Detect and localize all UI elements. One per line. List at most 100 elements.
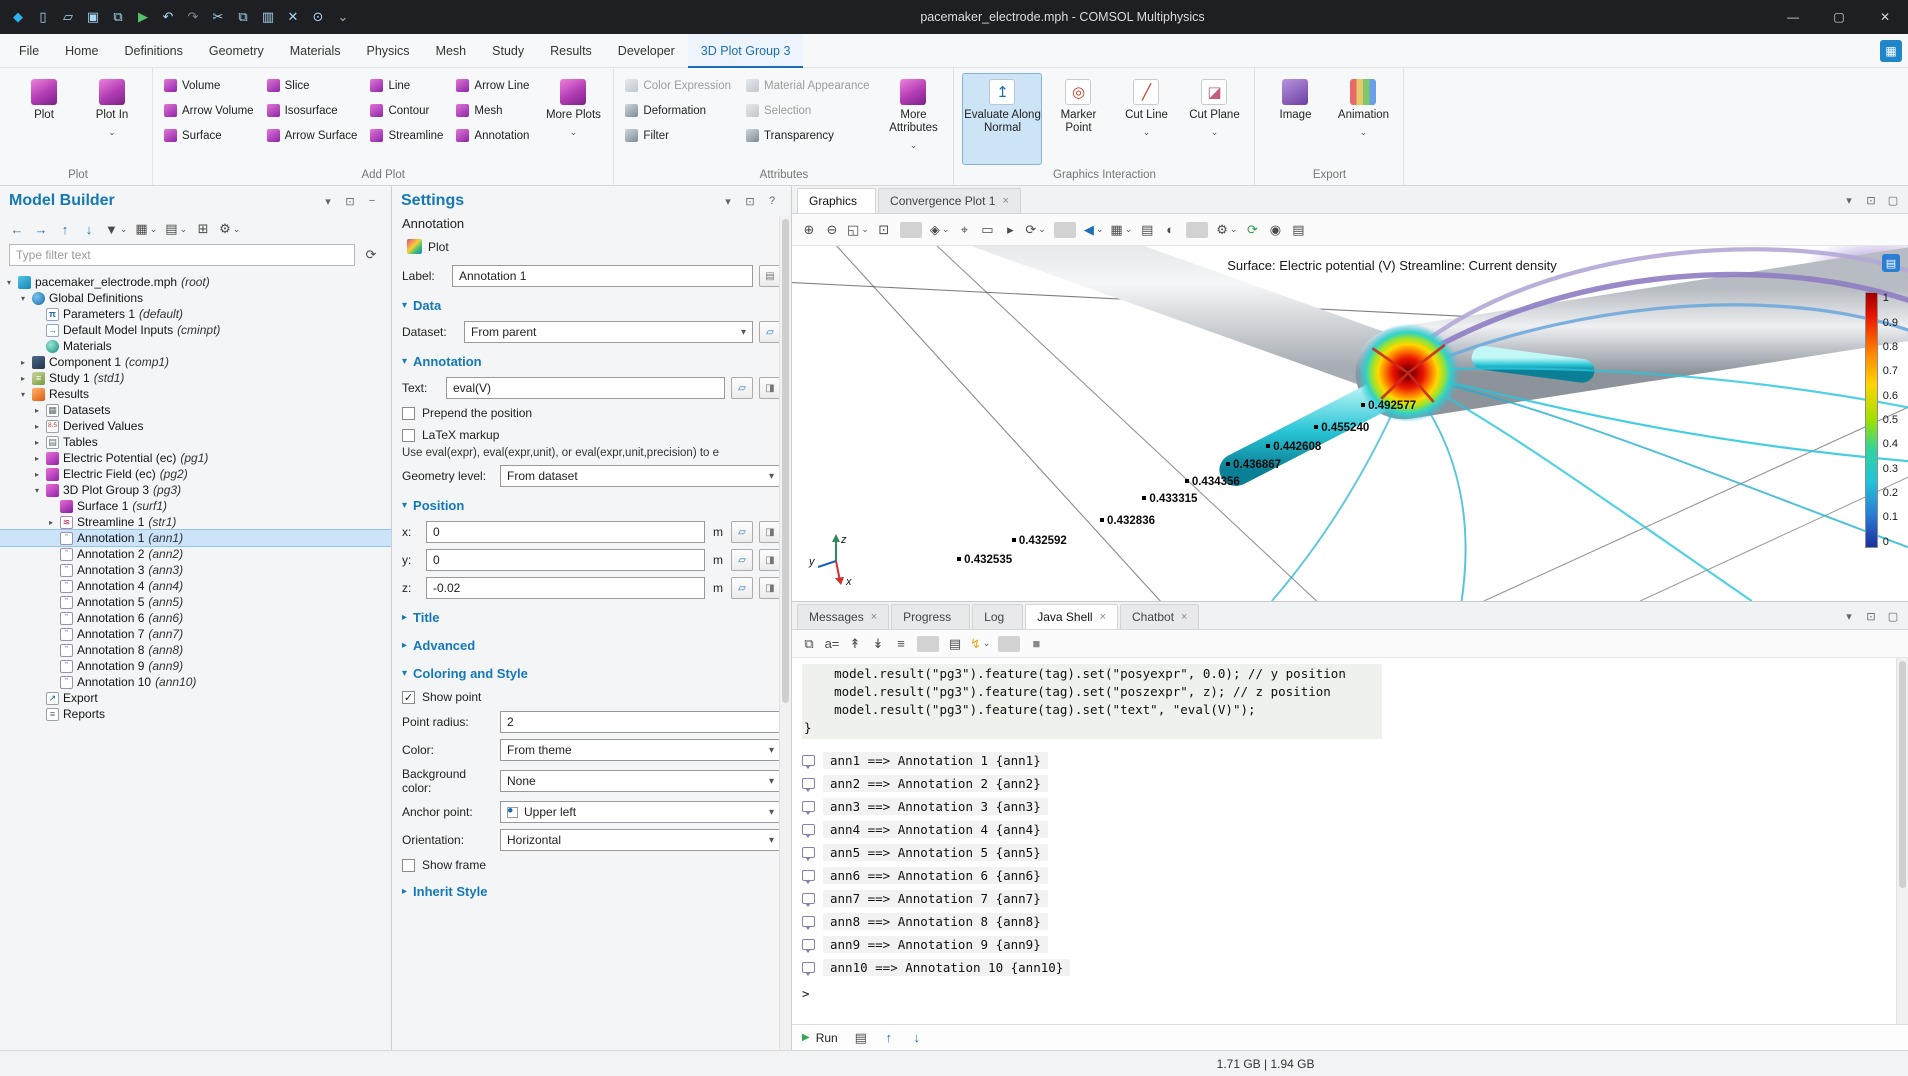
model-builder-toolbar-icon[interactable]: ← (6, 218, 28, 240)
tree-item[interactable]: Export (0, 690, 391, 706)
tree-expander-icon[interactable]: ▸ (32, 406, 42, 415)
attribute-item[interactable]: Filter (622, 123, 739, 148)
add-plot-item[interactable]: Line (367, 73, 451, 98)
toolbar-icon[interactable]: ⊙ (306, 4, 330, 30)
tree-expander-icon[interactable]: ▾ (32, 486, 42, 495)
attribute-item[interactable]: Transparency (743, 123, 877, 148)
anchor-point-dropdown[interactable]: Upper left (500, 801, 781, 823)
tree-item[interactable]: Default Model Inputs (cminpt) (0, 322, 391, 338)
console-tab[interactable]: Chatbot × (1120, 604, 1199, 629)
graphics-toolbar-icon[interactable]: ⊕ (798, 219, 820, 241)
graphics-toolbar-icon[interactable]: ◱ (844, 219, 872, 241)
tree-item[interactable]: ▸ Electric Potential (ec) (pg1) (0, 450, 391, 466)
settings-plot-button[interactable]: Plot (400, 237, 456, 256)
toolbar-icon[interactable]: ▥ (256, 4, 280, 30)
console-toolbar-icon[interactable]: a= (821, 633, 843, 655)
graphics-toolbar-icon[interactable] (1186, 222, 1208, 238)
console-toolbar-icon[interactable] (917, 636, 939, 652)
graphics-toolbar-icon[interactable]: ⟳ (1022, 219, 1048, 241)
graphics-toolbar-icon[interactable]: ⟳ (1241, 219, 1263, 241)
dataset-dropdown[interactable]: From parent (464, 321, 753, 343)
graphics-toolbar-icon[interactable] (1054, 222, 1076, 238)
tree-item[interactable]: ▸ Streamline 1 (str1) (0, 514, 391, 530)
graphics-toolbar-icon[interactable]: ▭ (976, 219, 998, 241)
tree-item[interactable]: Parameters 1 (default) (0, 306, 391, 322)
annotation-label-input[interactable] (452, 265, 753, 287)
graphics-toolbar-icon[interactable]: ▤ (1136, 219, 1158, 241)
window-control-icon[interactable]: ✕ (1862, 0, 1908, 34)
panel-corner-icon[interactable]: ⊡ (1861, 606, 1881, 626)
add-plot-item[interactable]: Isosurface (264, 98, 366, 123)
graphics-toolbar-icon[interactable]: ◈ (927, 219, 953, 241)
tree-item[interactable]: Materials (0, 338, 391, 354)
plot-canvas[interactable]: Surface: Electric potential (V) Streamli… (792, 246, 1908, 601)
close-tab-icon[interactable]: × (871, 611, 877, 623)
tree-item[interactable]: Annotation 5 (ann5) (0, 594, 391, 610)
z-input[interactable] (426, 577, 705, 599)
close-tab-icon[interactable]: × (1181, 611, 1187, 623)
panel-header-icon[interactable]: ⊡ (340, 191, 360, 211)
panel-corner-icon[interactable]: ▢ (1883, 606, 1903, 626)
graphics-toolbar-icon[interactable] (900, 222, 922, 238)
console-tab[interactable]: Log (972, 604, 1023, 629)
tree-item[interactable]: Annotation 4 (ann4) (0, 578, 391, 594)
ribbon-tab[interactable]: Definitions (112, 34, 196, 68)
plot-tools-icon[interactable]: ▤ (1882, 254, 1900, 272)
show-frame-checkbox[interactable] (402, 859, 415, 872)
tree-item[interactable]: Annotation 7 (ann7) (0, 626, 391, 642)
latex-markup-checkbox[interactable] (402, 429, 415, 442)
add-plot-item[interactable]: Mesh (453, 98, 537, 123)
java-shell-output[interactable]: model.result("pg3").feature(tag).set("po… (792, 658, 1908, 1024)
add-plot-item[interactable]: Slice (264, 73, 366, 98)
console-toolbar-icon[interactable]: ↟ (844, 633, 866, 655)
tree-item[interactable]: Annotation 8 (ann8) (0, 642, 391, 658)
x-input[interactable] (426, 521, 705, 543)
plot-button[interactable]: Plot (12, 73, 76, 165)
label-actions-button[interactable] (759, 265, 781, 287)
console-tab[interactable]: Progress (891, 604, 970, 629)
add-plot-item[interactable]: Volume (161, 73, 262, 98)
toolbar-icon[interactable]: ⌄ (331, 4, 355, 30)
color-dropdown[interactable]: From theme (500, 739, 781, 761)
more-attributes-button[interactable]: More Attributes (881, 73, 945, 165)
model-builder-toolbar-icon[interactable]: ⊞ (192, 218, 214, 240)
ribbon-tab[interactable]: Results (537, 34, 605, 68)
section-data[interactable]: Data (392, 290, 791, 318)
panel-header-icon[interactable]: ? (762, 191, 782, 211)
cut-plane-button[interactable]: Cut Plane (1182, 73, 1246, 165)
insert-expression-button[interactable] (731, 377, 753, 399)
graphics-tab[interactable]: Graphics (797, 188, 876, 213)
tree-item[interactable]: Annotation 2 (ann2) (0, 546, 391, 562)
tree-item[interactable]: ▸ Tables (0, 434, 391, 450)
marker-point-button[interactable]: Marker Point (1046, 73, 1110, 165)
tree-expander-icon[interactable]: ▾ (4, 278, 14, 287)
tree-expander-icon[interactable]: ▸ (18, 374, 28, 383)
attribute-item[interactable]: Deformation (622, 98, 739, 123)
run-button[interactable]: Run (802, 1031, 838, 1045)
panel-corner-icon[interactable]: ▾ (1839, 606, 1859, 626)
prepend-position-checkbox[interactable] (402, 407, 415, 420)
console-toolbar-icon[interactable]: ■ (1025, 633, 1047, 655)
ribbon-tab[interactable]: Home (52, 34, 111, 68)
tree-item[interactable]: Annotation 3 (ann3) (0, 562, 391, 578)
tree-expander-icon[interactable]: ▸ (18, 358, 28, 367)
ribbon-tab[interactable]: Study (479, 34, 537, 68)
model-builder-toolbar-icon[interactable]: ↑ (54, 218, 76, 240)
tree-expander-icon[interactable]: ▸ (46, 518, 56, 527)
export-animation-button[interactable]: Animation (1331, 73, 1395, 165)
layout-icon[interactable]: ▦ (1880, 40, 1902, 62)
panel-corner-icon[interactable]: ▾ (1839, 190, 1859, 210)
console-toolbar-icon[interactable] (998, 636, 1020, 652)
section-coloring-and-style[interactable]: Coloring and Style (392, 658, 791, 686)
graphics-toolbar-icon[interactable]: ⌖ (953, 219, 975, 241)
panel-header-icon[interactable]: ⊡ (740, 191, 760, 211)
panel-header-icon[interactable]: ▾ (718, 191, 738, 211)
shell-run-bar-icon[interactable]: ↓ (906, 1027, 928, 1049)
console-tab[interactable]: Java Shell × (1025, 604, 1118, 629)
add-plot-item[interactable]: Annotation (453, 123, 537, 148)
panel-corner-icon[interactable]: ⊡ (1861, 190, 1881, 210)
ribbon-tab[interactable]: File (6, 34, 52, 68)
point-radius-input[interactable] (500, 711, 781, 733)
tree-item[interactable]: Annotation 1 (ann1) (0, 530, 391, 546)
ribbon-tab[interactable]: Mesh (423, 34, 480, 68)
